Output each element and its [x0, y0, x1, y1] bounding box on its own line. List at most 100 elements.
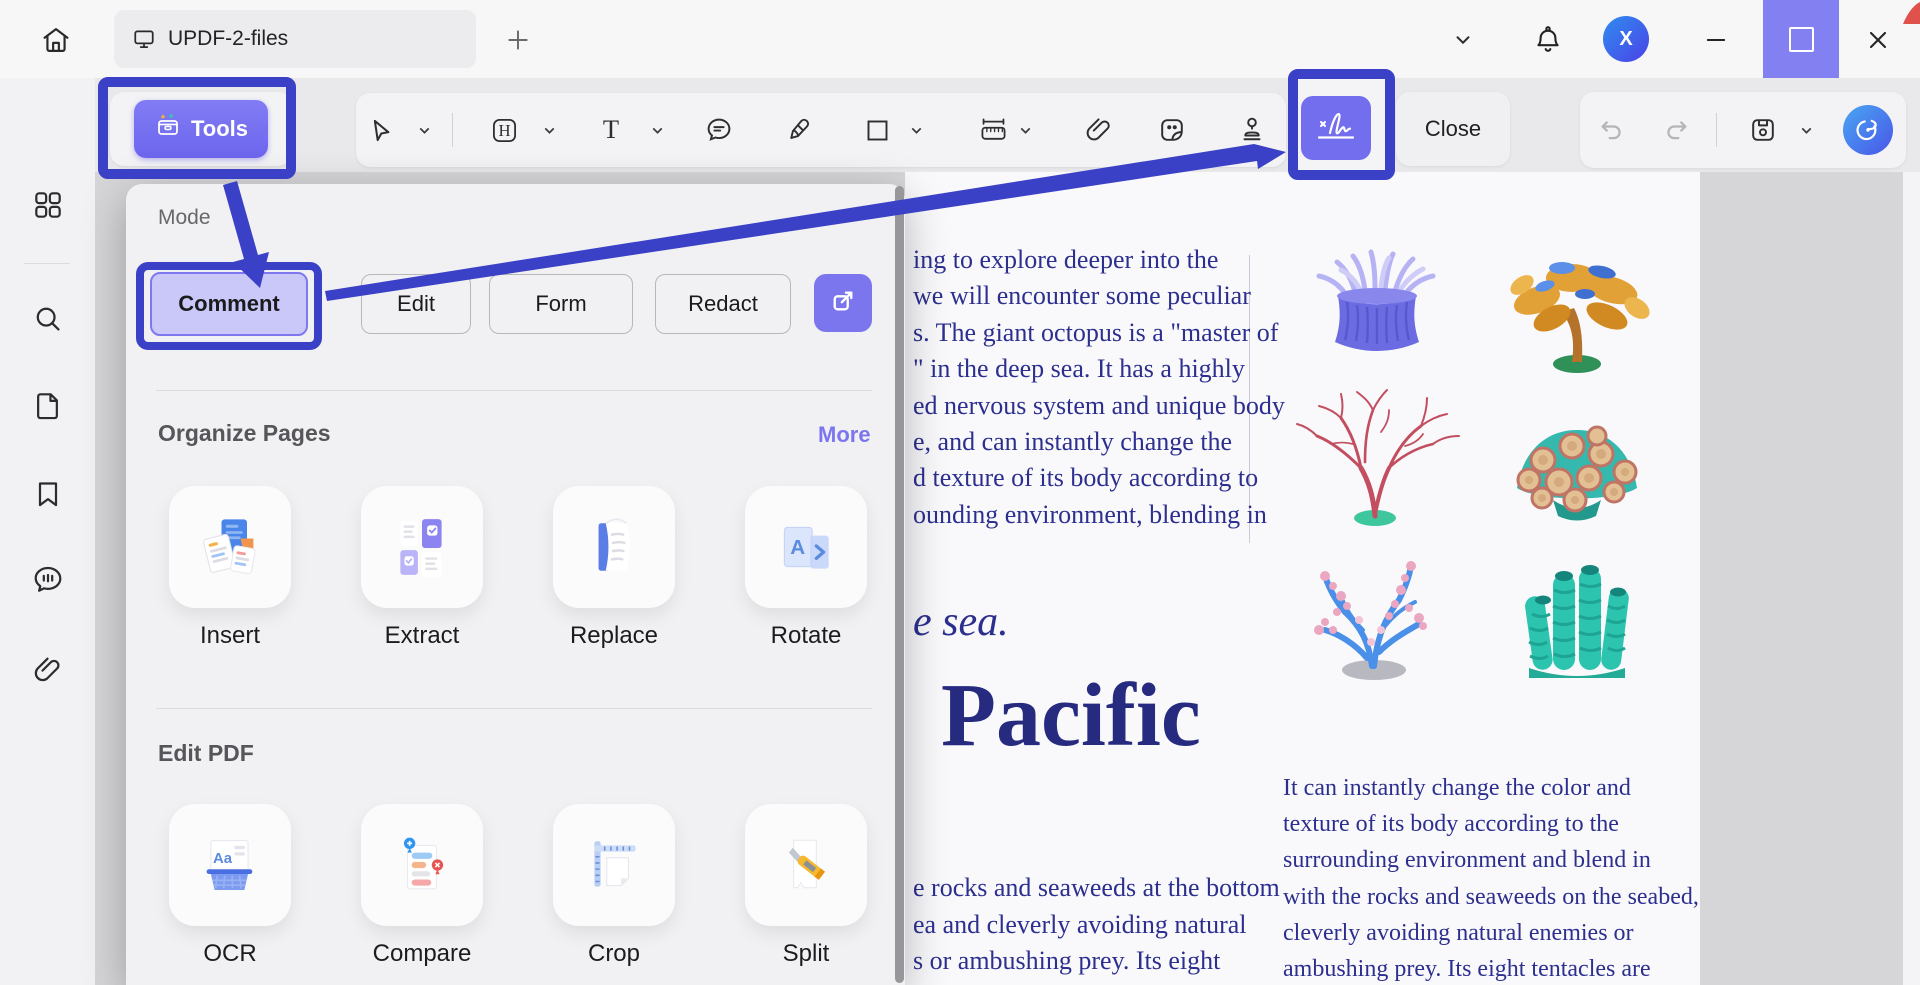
highlight-tool-icon[interactable]: H — [486, 93, 522, 167]
split-card[interactable] — [745, 804, 867, 926]
document-scrollbar-track[interactable] — [1903, 172, 1920, 985]
attachment-paperclip-icon[interactable] — [28, 650, 68, 690]
doc-title-fragment: Pacific — [941, 664, 1201, 767]
shape-rectangle-icon[interactable] — [859, 93, 895, 167]
text-tool-icon[interactable]: T — [593, 93, 629, 167]
title-bar: UPDF-2-files X — [0, 0, 1920, 78]
select-cursor-icon[interactable] — [362, 93, 398, 167]
history-save-group — [1580, 92, 1906, 168]
mode-redact-button[interactable]: Redact — [655, 274, 791, 334]
ocr-card[interactable]: Aa — [169, 804, 291, 926]
undo-icon[interactable] — [1594, 92, 1630, 168]
pages-icon[interactable] — [28, 386, 68, 426]
gold-coral-tree-image — [1477, 230, 1677, 380]
tools-button[interactable]: Tools — [134, 100, 268, 158]
comments-icon[interactable] — [28, 560, 68, 600]
organize-pages-heading: Organize Pages — [158, 420, 331, 447]
close-button-label: Close — [1425, 116, 1481, 142]
measure-ruler-icon[interactable] — [975, 93, 1011, 167]
document-tab[interactable]: UPDF-2-files — [114, 10, 476, 68]
doc-bottom-left-column: e rocks and seaweeds at the bottom ea an… — [913, 870, 1280, 980]
pdf-page: ing to explore deeper into the we will e… — [905, 172, 1700, 985]
crop-card[interactable] — [553, 804, 675, 926]
tab-title: UPDF-2-files — [168, 27, 288, 51]
insert-card-label: Insert — [169, 622, 291, 650]
search-icon[interactable] — [28, 299, 68, 339]
bookmark-icon[interactable] — [28, 474, 68, 514]
svg-text:T: T — [603, 115, 619, 144]
mode-edit-button[interactable]: Edit — [361, 274, 471, 334]
replace-icon — [581, 514, 647, 580]
new-tab-button[interactable] — [500, 22, 536, 58]
replace-card[interactable] — [553, 486, 675, 608]
ocr-icon: Aa — [196, 831, 264, 899]
edit-pdf-heading: Edit PDF — [158, 740, 254, 767]
annotation-toolbar: H T — [356, 93, 1286, 167]
doc-right-column: It can instantly change the color and te… — [1283, 770, 1699, 985]
rotate-card-label: Rotate — [745, 622, 867, 650]
svg-text:H: H — [498, 121, 510, 140]
teal-tube-coral-image — [1477, 534, 1677, 684]
split-card-label: Split — [745, 940, 867, 968]
signature-tool-button[interactable] — [1301, 96, 1371, 160]
panel-divider — [156, 390, 872, 391]
panel-divider — [156, 708, 872, 709]
mode-section-label: Mode — [158, 206, 211, 230]
close-tools-button[interactable]: Close — [1396, 92, 1510, 166]
ai-assistant-icon[interactable] — [1843, 105, 1893, 155]
text-chevron-down-icon[interactable] — [647, 93, 667, 167]
extract-icon — [389, 514, 455, 580]
extract-card[interactable] — [361, 486, 483, 608]
pen-highlighter-icon[interactable] — [780, 93, 816, 167]
select-chevron-down-icon[interactable] — [414, 93, 434, 167]
compare-icon — [389, 832, 455, 898]
window-close-button[interactable] — [1850, 20, 1906, 60]
save-icon[interactable] — [1745, 92, 1781, 168]
insert-icon — [196, 513, 264, 581]
panel-scrollbar-thumb[interactable] — [895, 186, 904, 983]
compare-card[interactable] — [361, 804, 483, 926]
measure-chevron-down-icon[interactable] — [1015, 93, 1035, 167]
stamp-icon[interactable] — [1234, 93, 1270, 167]
ocr-card-label: OCR — [169, 940, 291, 968]
organize-more-link[interactable]: More — [818, 422, 871, 448]
shape-chevron-down-icon[interactable] — [906, 93, 926, 167]
split-icon — [773, 832, 839, 898]
minimize-button[interactable] — [1688, 20, 1744, 60]
sidebar-divider — [24, 263, 70, 264]
crop-card-label: Crop — [553, 940, 675, 968]
replace-card-label: Replace — [553, 622, 675, 650]
maximize-square-icon — [1789, 27, 1814, 52]
tools-button-label: Tools — [191, 116, 248, 142]
doc-heading-fragment: e sea. — [913, 598, 1009, 646]
rotate-card[interactable]: A — [745, 486, 867, 608]
home-icon[interactable] — [36, 20, 76, 60]
sticker-icon[interactable] — [1154, 93, 1190, 167]
doc-left-column: ing to explore deeper into the we will e… — [913, 242, 1285, 533]
avatar-initial: X — [1619, 28, 1632, 51]
insert-card[interactable] — [169, 486, 291, 608]
save-chevron-down-icon[interactable] — [1796, 92, 1816, 168]
highlight-chevron-down-icon[interactable] — [539, 93, 559, 167]
open-in-new-window-button[interactable] — [814, 274, 872, 332]
account-avatar[interactable]: X — [1603, 16, 1649, 62]
notifications-bell-icon[interactable] — [1528, 20, 1568, 60]
mode-comment-button[interactable]: Comment — [150, 272, 308, 336]
tools-folder-icon — [154, 112, 182, 146]
thumbnails-grid-icon[interactable] — [28, 185, 68, 225]
toolbar-divider — [1716, 113, 1717, 147]
redo-icon[interactable] — [1658, 92, 1694, 168]
svg-text:Aa: Aa — [213, 851, 233, 867]
note-comment-icon[interactable] — [701, 93, 737, 167]
disc-coral-image — [1477, 384, 1677, 534]
extract-card-label: Extract — [361, 622, 483, 650]
maximize-button[interactable] — [1763, 0, 1839, 78]
titlebar-chevron-down-icon[interactable] — [1446, 26, 1480, 54]
mode-form-button[interactable]: Form — [489, 274, 633, 334]
compare-card-label: Compare — [361, 940, 483, 968]
red-fan-coral-image — [1277, 384, 1477, 534]
svg-text:A: A — [790, 536, 805, 559]
attach-paperclip-icon[interactable] — [1081, 93, 1117, 167]
signature-icon — [1314, 106, 1358, 151]
toolbar-divider — [452, 113, 453, 147]
